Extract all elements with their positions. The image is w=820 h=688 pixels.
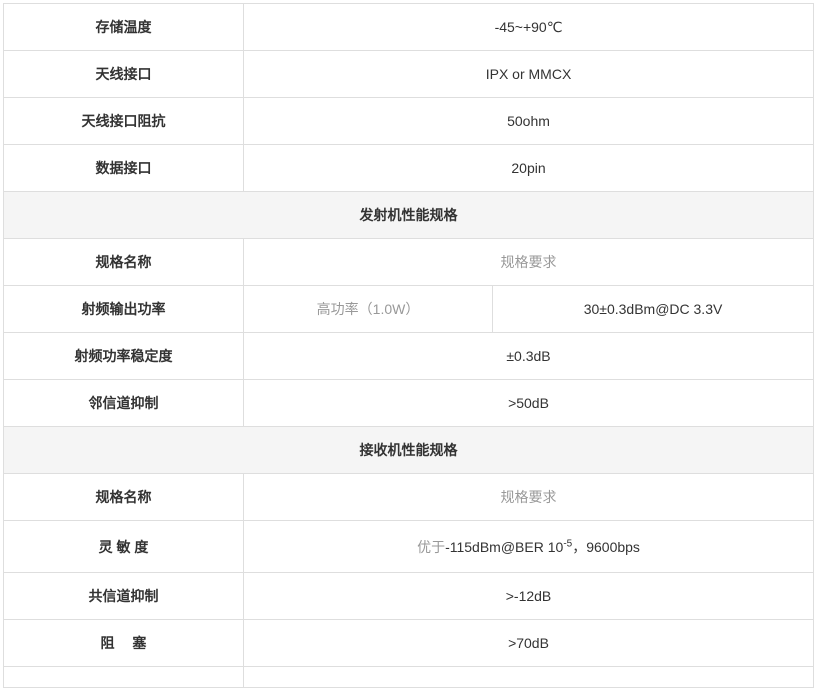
receiver-section-title: 接收机性能规格 <box>2 426 815 474</box>
rf-power-value: 30±0.3dBm@DC 3.3V <box>491 285 815 333</box>
transmitter-header-requirement: 规格要求 <box>242 238 815 286</box>
row-sensitivity: 灵 敏 度 优于-115dBm@BER 10-5，9600bps <box>3 520 815 573</box>
antenna-impedance-value: 50ohm <box>242 97 815 145</box>
cut-off-cell <box>3 666 244 688</box>
row-co-channel: 共信道抑制 >-12dB <box>3 572 815 620</box>
row-receiver-header: 规格名称 规格要求 <box>3 473 815 521</box>
antenna-interface-label: 天线接口 <box>3 50 244 98</box>
adjacent-channel-label: 邻信道抑制 <box>3 379 244 427</box>
transmitter-header-name: 规格名称 <box>3 238 244 286</box>
rf-stability-label: 射频功率稳定度 <box>3 332 244 380</box>
transmitter-section-title: 发射机性能规格 <box>2 191 815 239</box>
sensitivity-main: -115dBm@BER 10 <box>445 538 564 555</box>
row-rf-power: 射频输出功率 高功率（1.0W） 30±0.3dBm@DC 3.3V <box>3 285 815 333</box>
blocking-label: 阻 塞 <box>3 619 244 667</box>
section-receiver: 接收机性能规格 <box>2 426 815 474</box>
blocking-value: >70dB <box>242 619 815 667</box>
co-channel-value: >-12dB <box>242 572 815 620</box>
receiver-header-name: 规格名称 <box>3 473 244 521</box>
rf-power-label: 射频输出功率 <box>3 285 244 333</box>
row-storage-temp: 存储温度 -45~+90℃ <box>3 3 815 51</box>
cut-off-cell <box>242 666 815 688</box>
sensitivity-label: 灵 敏 度 <box>3 520 244 573</box>
row-rf-stability: 射频功率稳定度 ±0.3dB <box>3 332 815 380</box>
adjacent-channel-value: >50dB <box>242 379 815 427</box>
spec-table: 存储温度 -45~+90℃ 天线接口 IPX or MMCX 天线接口阻抗 50… <box>2 3 815 688</box>
section-transmitter: 发射机性能规格 <box>2 191 815 239</box>
data-interface-value: 20pin <box>242 144 815 192</box>
receiver-header-requirement: 规格要求 <box>242 473 815 521</box>
antenna-impedance-label: 天线接口阻抗 <box>3 97 244 145</box>
row-cut-off <box>3 666 815 688</box>
row-antenna-impedance: 天线接口阻抗 50ohm <box>3 97 815 145</box>
rf-power-mode: 高功率（1.0W） <box>243 285 493 333</box>
row-transmitter-header: 规格名称 规格要求 <box>3 238 815 286</box>
storage-temp-value: -45~+90℃ <box>242 3 815 51</box>
storage-temp-label: 存储温度 <box>3 3 244 51</box>
data-interface-label: 数据接口 <box>3 144 244 192</box>
sensitivity-suffix: ，9600bps <box>572 538 640 555</box>
sensitivity-value: 优于-115dBm@BER 10-5，9600bps <box>242 520 815 573</box>
sensitivity-prefix: 优于 <box>417 538 446 555</box>
co-channel-label: 共信道抑制 <box>3 572 244 620</box>
row-antenna-interface: 天线接口 IPX or MMCX <box>3 50 815 98</box>
antenna-interface-value: IPX or MMCX <box>242 50 815 98</box>
row-adjacent-channel: 邻信道抑制 >50dB <box>3 379 815 427</box>
row-data-interface: 数据接口 20pin <box>3 144 815 192</box>
rf-stability-value: ±0.3dB <box>242 332 815 380</box>
row-blocking: 阻 塞 >70dB <box>3 619 815 667</box>
sensitivity-exponent: -5 <box>563 537 573 549</box>
